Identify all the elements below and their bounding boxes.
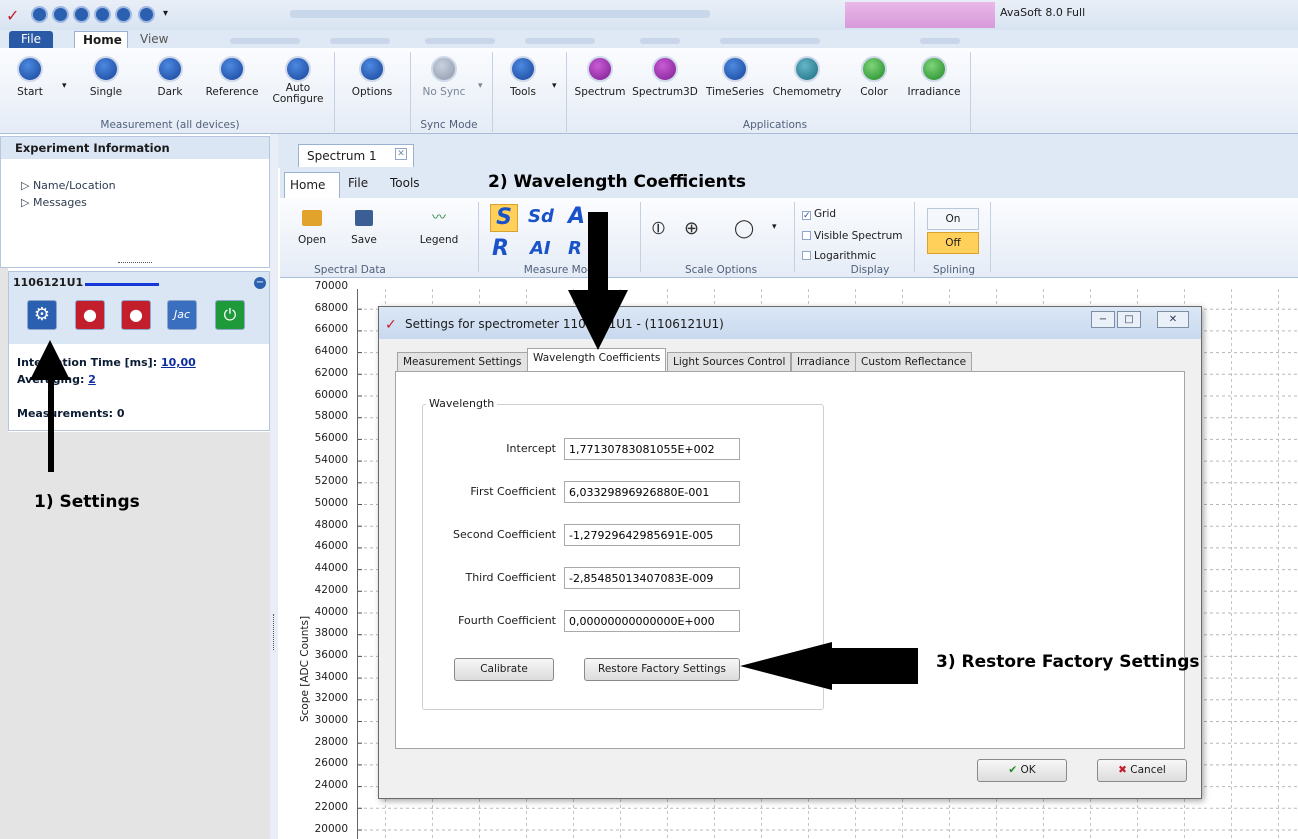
annotation-restore: 3) Restore Factory Settings: [936, 652, 1200, 672]
arrow-left-restore: [740, 642, 918, 690]
annotation-settings: 1) Settings: [34, 492, 140, 512]
arrow-down-wavelength: [568, 212, 628, 350]
annotation-wavelength: 2) Wavelength Coefficients: [488, 172, 746, 192]
annotation-arrows: [30, 212, 918, 690]
arrow-up-settings: [30, 340, 70, 472]
